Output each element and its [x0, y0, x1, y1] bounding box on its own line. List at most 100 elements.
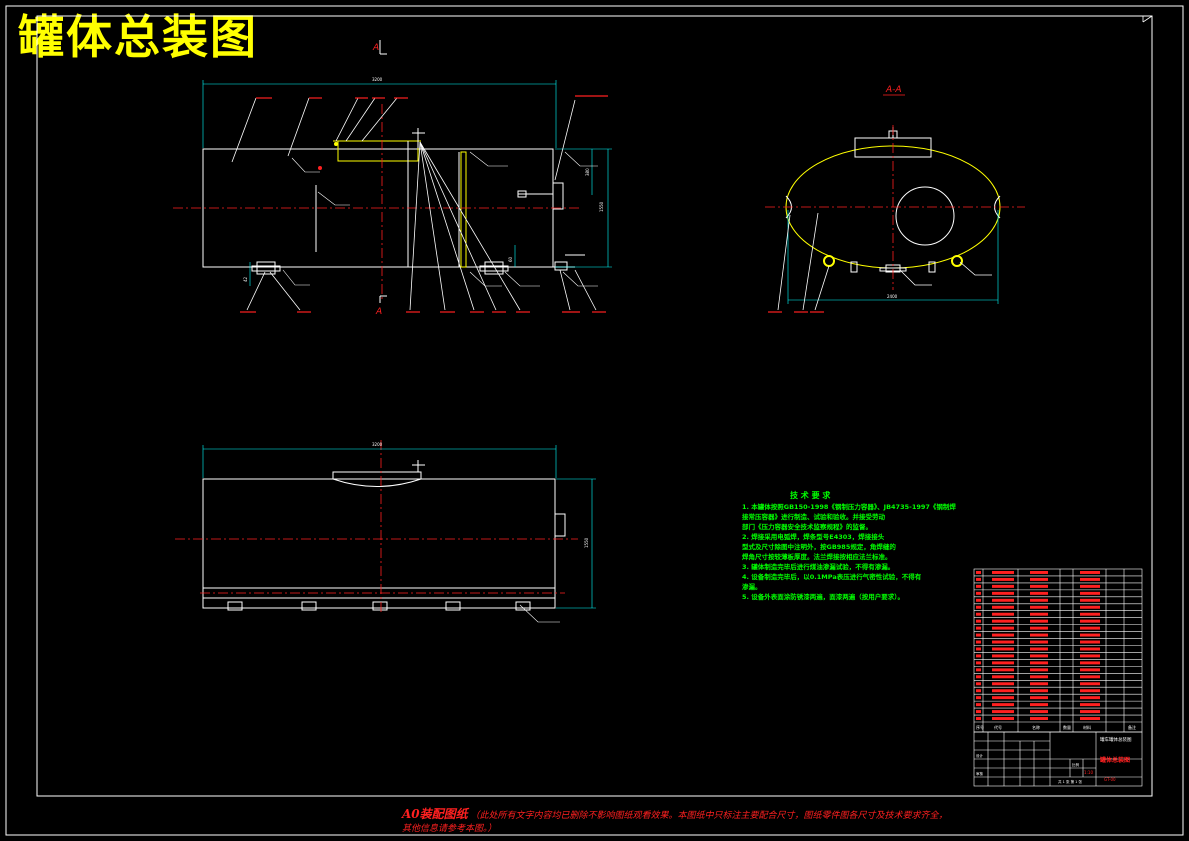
tech-req-line: 5. 设备外表面涂防锈漆两遍，面漆两遍（按用户要求）。	[742, 592, 904, 601]
bom-header: 材料	[1083, 724, 1091, 730]
bom-cell	[1080, 626, 1100, 630]
bom-cell	[976, 717, 981, 720]
bottom-outlet-left	[256, 261, 276, 275]
bom-cell	[1030, 619, 1048, 623]
bom-cell	[1080, 577, 1100, 581]
note-line1: （此处所有文字内容均已删除不影响图纸观看效果。本图纸中只标注主要配合尺寸，图纸零…	[470, 811, 948, 821]
side-leaders	[777, 212, 992, 311]
bom-header-row: 序号 代号 名称 数量 材料 备注	[976, 724, 1136, 730]
dim-front-nozzle: 380	[585, 168, 590, 176]
bom-cell	[976, 612, 981, 616]
bom-cell	[992, 598, 1014, 602]
bom-cell	[992, 571, 1014, 574]
bom-cell	[976, 682, 981, 686]
bom-cell	[976, 668, 981, 672]
bom-cell	[976, 619, 981, 623]
bom-cell	[1080, 591, 1100, 595]
bom-cell	[1080, 717, 1100, 720]
bom-cell	[992, 577, 1014, 581]
tech-req-line: 2. 焊接采用电弧焊，焊条型号E4303，焊接接头	[742, 532, 885, 541]
cad-drawing: A A 3200 1550 380 42 60 A-A 2400 3200 15…	[5, 5, 1184, 836]
bom-cell	[1030, 577, 1048, 581]
bom-cell	[1030, 626, 1048, 630]
note-line2: 其他信息请参考本图。）	[402, 824, 497, 834]
bom-cell	[976, 571, 981, 574]
bom-cell	[976, 605, 981, 609]
bom-cell	[992, 612, 1014, 616]
bom-header: 数量	[1063, 724, 1071, 730]
tech-req-line: 部门《压力容器安全技术监察规程》的监督。	[742, 522, 872, 531]
inner-border	[36, 15, 1153, 797]
bom-cell	[992, 717, 1014, 720]
bom-cell	[992, 633, 1014, 637]
bom-cell	[1030, 661, 1048, 665]
bom-cell	[992, 661, 1014, 665]
bom-cell	[1030, 675, 1048, 679]
bom-cell	[992, 682, 1014, 686]
tech-req-line: 渗漏。	[742, 582, 762, 591]
tech-req-line: 型式及尺寸除图中注明外，按GB985规定，角焊缝的	[742, 542, 896, 551]
bom-cell	[1030, 591, 1048, 595]
bom-cell	[1080, 598, 1100, 602]
front-centerlines	[173, 104, 580, 300]
tb-drawing-name: 罐体总装图	[1099, 756, 1130, 764]
inner-manhole	[895, 186, 955, 246]
dim-front-left: 42	[243, 276, 248, 282]
tech-req-line: 4. 设备制造完毕后，以0.1MPa表压进行气密性试验，不得有	[742, 572, 922, 581]
section-view-label: A-A	[885, 85, 902, 95]
bom-cell	[992, 584, 1014, 588]
bom-cell	[1080, 689, 1100, 693]
bom-cell	[1030, 696, 1048, 700]
bom-cell	[1030, 703, 1048, 707]
bom-cell	[992, 703, 1014, 707]
bom-cell	[992, 640, 1014, 644]
bom-cell	[1080, 584, 1100, 588]
bom-cell	[1030, 571, 1048, 574]
bom-cell	[1080, 647, 1100, 651]
tb-checker: 审核	[976, 771, 984, 776]
bom-cell	[1030, 612, 1048, 616]
bom-cell	[992, 668, 1014, 672]
bom-header: 代号	[994, 724, 1002, 730]
tb-scale: 1:10	[1084, 770, 1093, 775]
tech-req-line: 3. 罐体制造完毕后进行煤油渗漏试验，不得有渗漏。	[742, 562, 894, 571]
bom-header: 序号	[976, 724, 984, 730]
bom-cell	[1080, 633, 1100, 637]
weld-symbols	[282, 151, 598, 287]
bom-cell	[976, 675, 981, 679]
bom-cell	[1080, 710, 1100, 714]
bom-cell	[992, 647, 1014, 651]
bom-cell	[1080, 571, 1100, 574]
bom-header: 备注	[1128, 724, 1136, 730]
bom-cell	[976, 703, 981, 707]
bom-cell	[992, 605, 1014, 609]
bom-cell	[1080, 668, 1100, 672]
tb-designer: 设计	[976, 753, 984, 758]
right-nozzle	[552, 182, 564, 210]
dim-top-length: 3200	[372, 442, 383, 447]
bom-cell	[992, 696, 1014, 700]
top-centerlines	[175, 440, 578, 612]
bom-cell	[992, 626, 1014, 630]
tech-req-line: 1. 本罐体按照GB150-1998《钢制压力容器》、JB4735-1997《钢…	[742, 502, 956, 511]
bom-cell	[976, 626, 981, 630]
vertical-tube	[460, 151, 467, 268]
top-dimensions	[202, 445, 596, 609]
bom-cell	[992, 675, 1014, 679]
dim-front-height: 1550	[599, 201, 604, 212]
top-side-nozzle	[554, 513, 566, 537]
bom-cell	[976, 696, 981, 700]
bom-cell	[1030, 605, 1048, 609]
bom-cell	[1030, 598, 1048, 602]
bom-cell	[976, 647, 981, 651]
front-leaders	[231, 97, 597, 311]
bom-cell	[992, 689, 1014, 693]
section-label-top: A	[372, 43, 379, 53]
bom-cell	[1030, 640, 1048, 644]
top-supports	[227, 601, 531, 611]
tech-req-line: 接常压容器》进行制造、试验和验收。并接受劳动	[742, 512, 886, 521]
bottom-outlet-right	[484, 261, 504, 275]
bom-cell	[1080, 605, 1100, 609]
bom-cell	[992, 710, 1014, 714]
bom-cell	[976, 584, 981, 588]
